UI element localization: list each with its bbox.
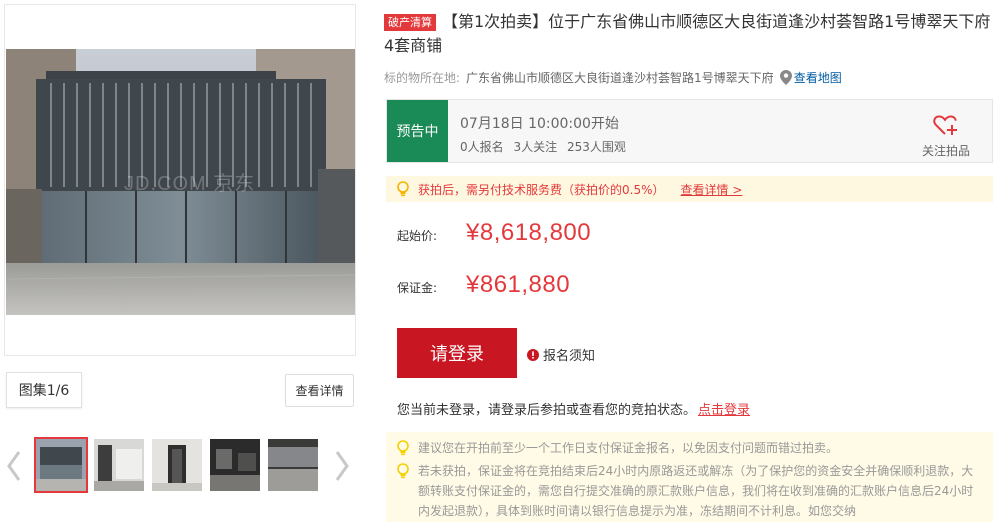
registration-notice-label: 报名须知 xyxy=(543,349,596,364)
lightbulb-icon xyxy=(397,181,409,197)
album-counter[interactable]: 图集1/6 xyxy=(6,372,82,408)
address-row: 标的物所在地: 广东省佛山市顺德区大良街道逢沙村荟智路1号博翠天下府 查看地图 xyxy=(384,69,842,86)
alert-icon xyxy=(527,348,539,361)
address-value: 广东省佛山市顺德区大良街道逢沙村荟智路1号博翠天下府 xyxy=(466,71,774,85)
view-detail-button[interactable]: 查看详情 xyxy=(285,374,354,407)
chevron-right-icon[interactable] xyxy=(334,448,350,484)
login-tip-text: 您当前未登录，请登录后参拍或查看您的竞拍状态。 xyxy=(397,403,697,418)
location-pin-icon xyxy=(779,70,792,85)
auction-stats: 0人报名 3人关注 253人围观 xyxy=(460,138,632,155)
item-title: 【第1次拍卖】位于广东省佛山市顺德区大良街道逢沙村荟智路1号博翠天下府4套商铺 xyxy=(384,12,991,55)
viewer-count: 253人围观 xyxy=(566,140,626,154)
follow-label: 关注拍品 xyxy=(921,144,970,158)
heart-plus-icon xyxy=(933,115,957,135)
deposit-label: 保证金: xyxy=(397,281,438,295)
main-image[interactable]: JD.COM 京东 xyxy=(6,49,355,315)
lightbulb-icon xyxy=(397,463,409,479)
registration-notice-link[interactable]: 报名须知 xyxy=(527,345,595,364)
registered-count: 0人报名 xyxy=(460,140,504,154)
bankruptcy-tag: 破产清算 xyxy=(384,14,436,31)
follow-button[interactable]: 关注拍品 xyxy=(920,114,972,159)
login-tip: 您当前未登录，请登录后参拍或查看您的竞拍状态。 点击登录 xyxy=(397,399,750,418)
thumbnail-strip xyxy=(34,437,320,495)
chevron-left-icon[interactable] xyxy=(6,448,22,484)
auction-status-panel: 预告中 07月18日 10:00:00开始 0人报名 3人关注 253人围观 关… xyxy=(386,99,993,163)
tips-panel: 建议您在开拍前至少一个工作日支付保证金报名，以免因支付问题而错过拍卖。 若未获拍… xyxy=(386,432,993,522)
service-fee-notice: 获拍后，需另付技术服务费（获拍价的0.5%） 查看详情 > xyxy=(386,176,993,202)
view-map-link[interactable]: 查看地图 xyxy=(794,69,842,86)
thumbnail-4[interactable] xyxy=(208,437,262,493)
tip-item: 若未获拍，保证金将在竞拍结束后24小时内原路返还或解冻（为了保护您的资金安全并确… xyxy=(386,461,993,521)
tip-text: 建议您在开拍前至少一个工作日支付保证金报名，以免因支付问题而错过拍卖。 xyxy=(418,441,839,455)
follower-count: 3人关注 xyxy=(513,140,558,154)
tip-item: 建议您在开拍前至少一个工作日支付保证金报名，以免因支付问题而错过拍卖。 xyxy=(386,438,993,458)
image-watermark: JD.COM 京东 xyxy=(124,173,256,195)
thumbnail-1[interactable] xyxy=(34,437,88,493)
address-label: 标的物所在地: xyxy=(384,71,461,85)
start-price-value: ¥8,618,800 xyxy=(466,219,592,246)
notice-text: 获拍后，需另付技术服务费（获拍价的0.5%） xyxy=(418,182,665,197)
lightbulb-icon xyxy=(397,440,409,456)
thumbnail-5[interactable] xyxy=(266,437,320,493)
status-badge: 预告中 xyxy=(387,100,448,162)
thumbnail-2[interactable] xyxy=(92,437,146,493)
tip-text: 若未获拍，保证金将在竞拍结束后24小时内原路返还或解冻（为了保护您的资金安全并确… xyxy=(418,464,974,518)
deposit-value: ¥861,880 xyxy=(466,271,571,298)
start-price-label: 起始价: xyxy=(397,229,438,243)
main-image-frame: JD.COM 京东 xyxy=(4,4,356,356)
start-time: 07月18日 10:00:00开始 xyxy=(460,116,619,132)
click-login-link[interactable]: 点击登录 xyxy=(698,403,750,418)
notice-detail-link[interactable]: 查看详情 > xyxy=(681,181,743,198)
auction-page: JD.COM 京东 图集1/6 查看详情 【第1次拍卖】位于广东省佛山市顺德区大… xyxy=(0,0,1003,522)
thumbnail-3[interactable] xyxy=(150,437,204,493)
login-button[interactable]: 请登录 xyxy=(397,328,517,378)
